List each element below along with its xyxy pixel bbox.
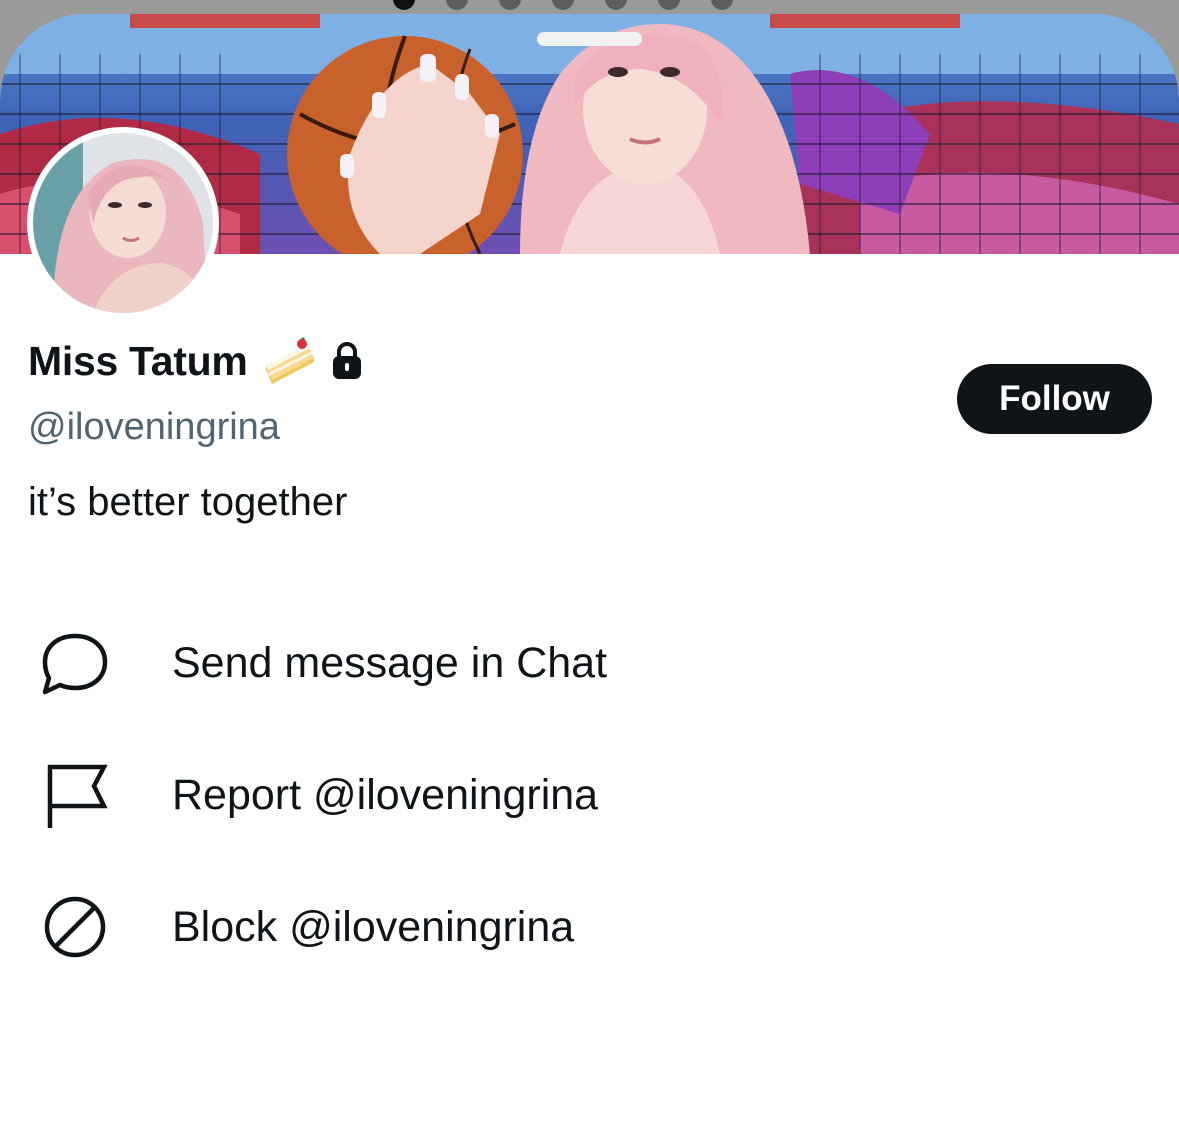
page-dot xyxy=(658,0,680,10)
menu-item-label: Send message in Chat xyxy=(172,638,608,687)
lock-icon xyxy=(330,341,364,381)
page-indicator-dots xyxy=(0,0,1179,12)
menu-item-label: Block @iloveningrina xyxy=(172,902,575,951)
page-dot xyxy=(711,0,733,10)
profile-name-row: Miss Tatum xyxy=(28,336,364,386)
follow-button[interactable]: Follow xyxy=(957,364,1152,434)
page-dot xyxy=(605,0,627,10)
menu-item-send-message[interactable]: Send message in Chat xyxy=(0,608,1179,718)
sheet-grabber-handle[interactable] xyxy=(537,32,642,46)
profile-handle: @iloveningrina xyxy=(28,406,280,448)
flag-icon xyxy=(38,758,112,832)
avatar[interactable] xyxy=(27,127,219,319)
page-dot xyxy=(446,0,468,10)
cake-icon xyxy=(262,336,318,386)
page-dot xyxy=(552,0,574,10)
chat-bubble-icon xyxy=(38,626,112,700)
page-dot xyxy=(499,0,521,10)
block-icon xyxy=(38,890,112,964)
display-name: Miss Tatum xyxy=(28,337,248,384)
profile-bio: it’s better together xyxy=(28,480,348,524)
page-dot xyxy=(393,0,415,10)
menu-item-report[interactable]: Report @iloveningrina xyxy=(0,740,1179,850)
menu-item-label: Report @iloveningrina xyxy=(172,770,599,819)
menu-item-block[interactable]: Block @iloveningrina xyxy=(0,872,1179,982)
profile-sheet: Miss Tatum @iloveningrina it’s better to… xyxy=(0,14,1179,1143)
